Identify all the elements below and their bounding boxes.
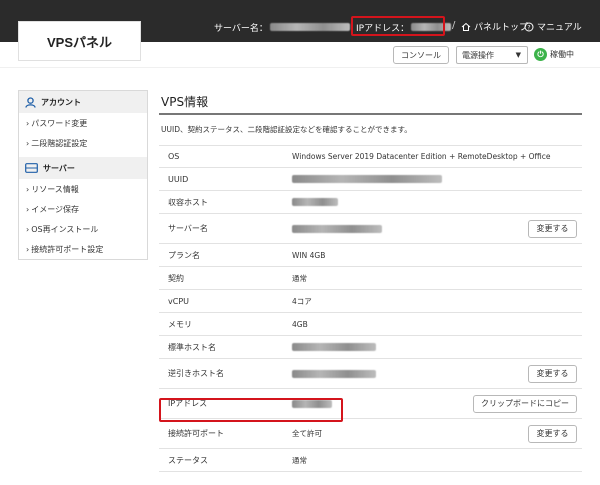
row-value: WIN 4GB [292,250,326,260]
row-label: サーバー名 [168,224,208,233]
page-title: VPS情報 [161,95,209,109]
sidebar-section-title: サーバー [43,163,75,173]
header-separator: / [452,20,456,31]
table-row-plan: プラン名 WIN 4GB [159,244,582,267]
server-name-display: サーバー名： [214,20,350,34]
sidebar-item-label: OS再インストール [31,224,99,234]
sidebar-item-image-save[interactable]: › イメージ保存 [19,199,147,219]
table-row-reverse-host: 逆引きホスト名 変更する [159,359,582,389]
chevron-right-icon: › [26,224,30,234]
svg-text:?: ? [527,24,530,31]
server-name-value-redacted [292,224,382,233]
sidebar-section-account: アカウント [19,91,147,113]
panel-top-link[interactable]: パネルトップ [461,20,528,33]
server-name-redacted [269,23,350,31]
table-row-contract: 契約 通常 [159,267,582,290]
row-value: 4コア [292,296,312,306]
row-value: 通常 [292,455,307,465]
table-row-uuid: UUID [159,168,582,191]
row-label: vCPU [168,296,189,306]
chevron-right-icon: › [26,138,30,148]
vps-panel-logo[interactable]: VPSパネル [18,21,141,61]
row-label: UUID [168,174,189,184]
row-label: ステータス [168,455,208,465]
chevron-right-icon: › [26,118,30,128]
sidebar-item-label: リソース情報 [31,184,79,194]
row-label: 標準ホスト名 [168,342,216,352]
row-value: 4GB [292,319,308,329]
row-label: メモリ [168,319,192,329]
table-row-status: ステータス 通常 [159,449,582,472]
row-label: 契約 [168,273,184,283]
reverse-host-redacted [292,369,376,378]
power-select-value: 電源操作 [462,50,494,60]
copy-to-clipboard-button[interactable]: クリップボードにコピー [473,394,577,413]
vps-info-table: OS Windows Server 2019 Datacenter Editio… [159,145,582,472]
server-name-label: サーバー名： [214,23,268,34]
chevron-down-icon: ▼ [515,51,521,59]
row-value: Windows Server 2019 Datacenter Edition +… [292,152,551,161]
sidebar-item-two-factor[interactable]: › 二段階認証設定 [19,133,147,153]
sidebar-item-os-reinstall[interactable]: › OS再インストール [19,219,147,239]
sidebar-item-label: パスワード変更 [31,118,88,128]
change-reverse-host-button[interactable]: 変更する [528,364,577,383]
table-row-host: 収容ホスト [159,191,582,214]
home-icon [461,22,471,31]
change-server-name-button[interactable]: 変更する [528,219,577,238]
sidebar: アカウント › パスワード変更 › 二段階認証設定 サーバー › リソース情報 … [18,90,148,260]
table-row-memory: メモリ 4GB [159,313,582,336]
row-label: 接続許可ポート [168,429,224,438]
user-icon [25,96,36,108]
table-row-server-name: サーバー名 変更する [159,214,582,244]
row-label: 収容ホスト [168,197,208,207]
table-row-allowed-ports: 接続許可ポート 全て許可 変更する [159,419,582,449]
sidebar-item-resources[interactable]: › リソース情報 [19,179,147,199]
table-row-vcpu: vCPU 4コア [159,290,582,313]
sidebar-item-label: 二段階認証設定 [31,138,88,148]
sidebar-item-password-change[interactable]: › パスワード変更 [19,113,147,133]
row-value: 全て許可 [292,429,322,438]
server-status: ⏻ 稼働中 [534,48,574,61]
sidebar-item-label: 接続許可ポート設定 [31,244,104,254]
table-row-standard-host: 標準ホスト名 [159,336,582,359]
standard-host-redacted [292,343,376,351]
row-label: プラン名 [168,250,200,260]
manual-label: マニュアル [537,23,582,33]
ip-row-highlight-box [159,398,343,422]
sidebar-item-label: イメージ保存 [31,204,80,214]
help-icon: ? [524,22,534,31]
table-row-os: OS Windows Server 2019 Datacenter Editio… [159,145,582,168]
ip-highlight-box [351,16,445,36]
chevron-right-icon: › [26,184,30,194]
console-button[interactable]: コンソール [393,46,449,64]
page-description: UUID、契約ステータス、二段階認証設定などを確認することができます。 [161,125,412,134]
title-divider [159,113,582,115]
chevron-right-icon: › [26,204,30,214]
manual-link[interactable]: ? マニュアル [524,20,582,33]
row-label: OS [168,152,180,161]
power-operation-select[interactable]: 電源操作 ▼ [456,46,528,64]
host-redacted [292,198,338,206]
sidebar-section-server: サーバー [19,157,147,179]
row-label: 逆引きホスト名 [168,369,224,378]
server-icon [25,163,38,173]
uuid-redacted [292,175,442,183]
change-ports-button[interactable]: 変更する [528,424,577,443]
power-icon: ⏻ [534,48,547,61]
panel-top-label: パネルトップ [474,23,529,33]
sidebar-section-title: アカウント [41,97,81,107]
sidebar-item-port-settings[interactable]: › 接続許可ポート設定 [19,239,147,259]
chevron-right-icon: › [26,244,30,254]
status-label: 稼働中 [550,50,574,59]
row-value: 通常 [292,273,307,283]
